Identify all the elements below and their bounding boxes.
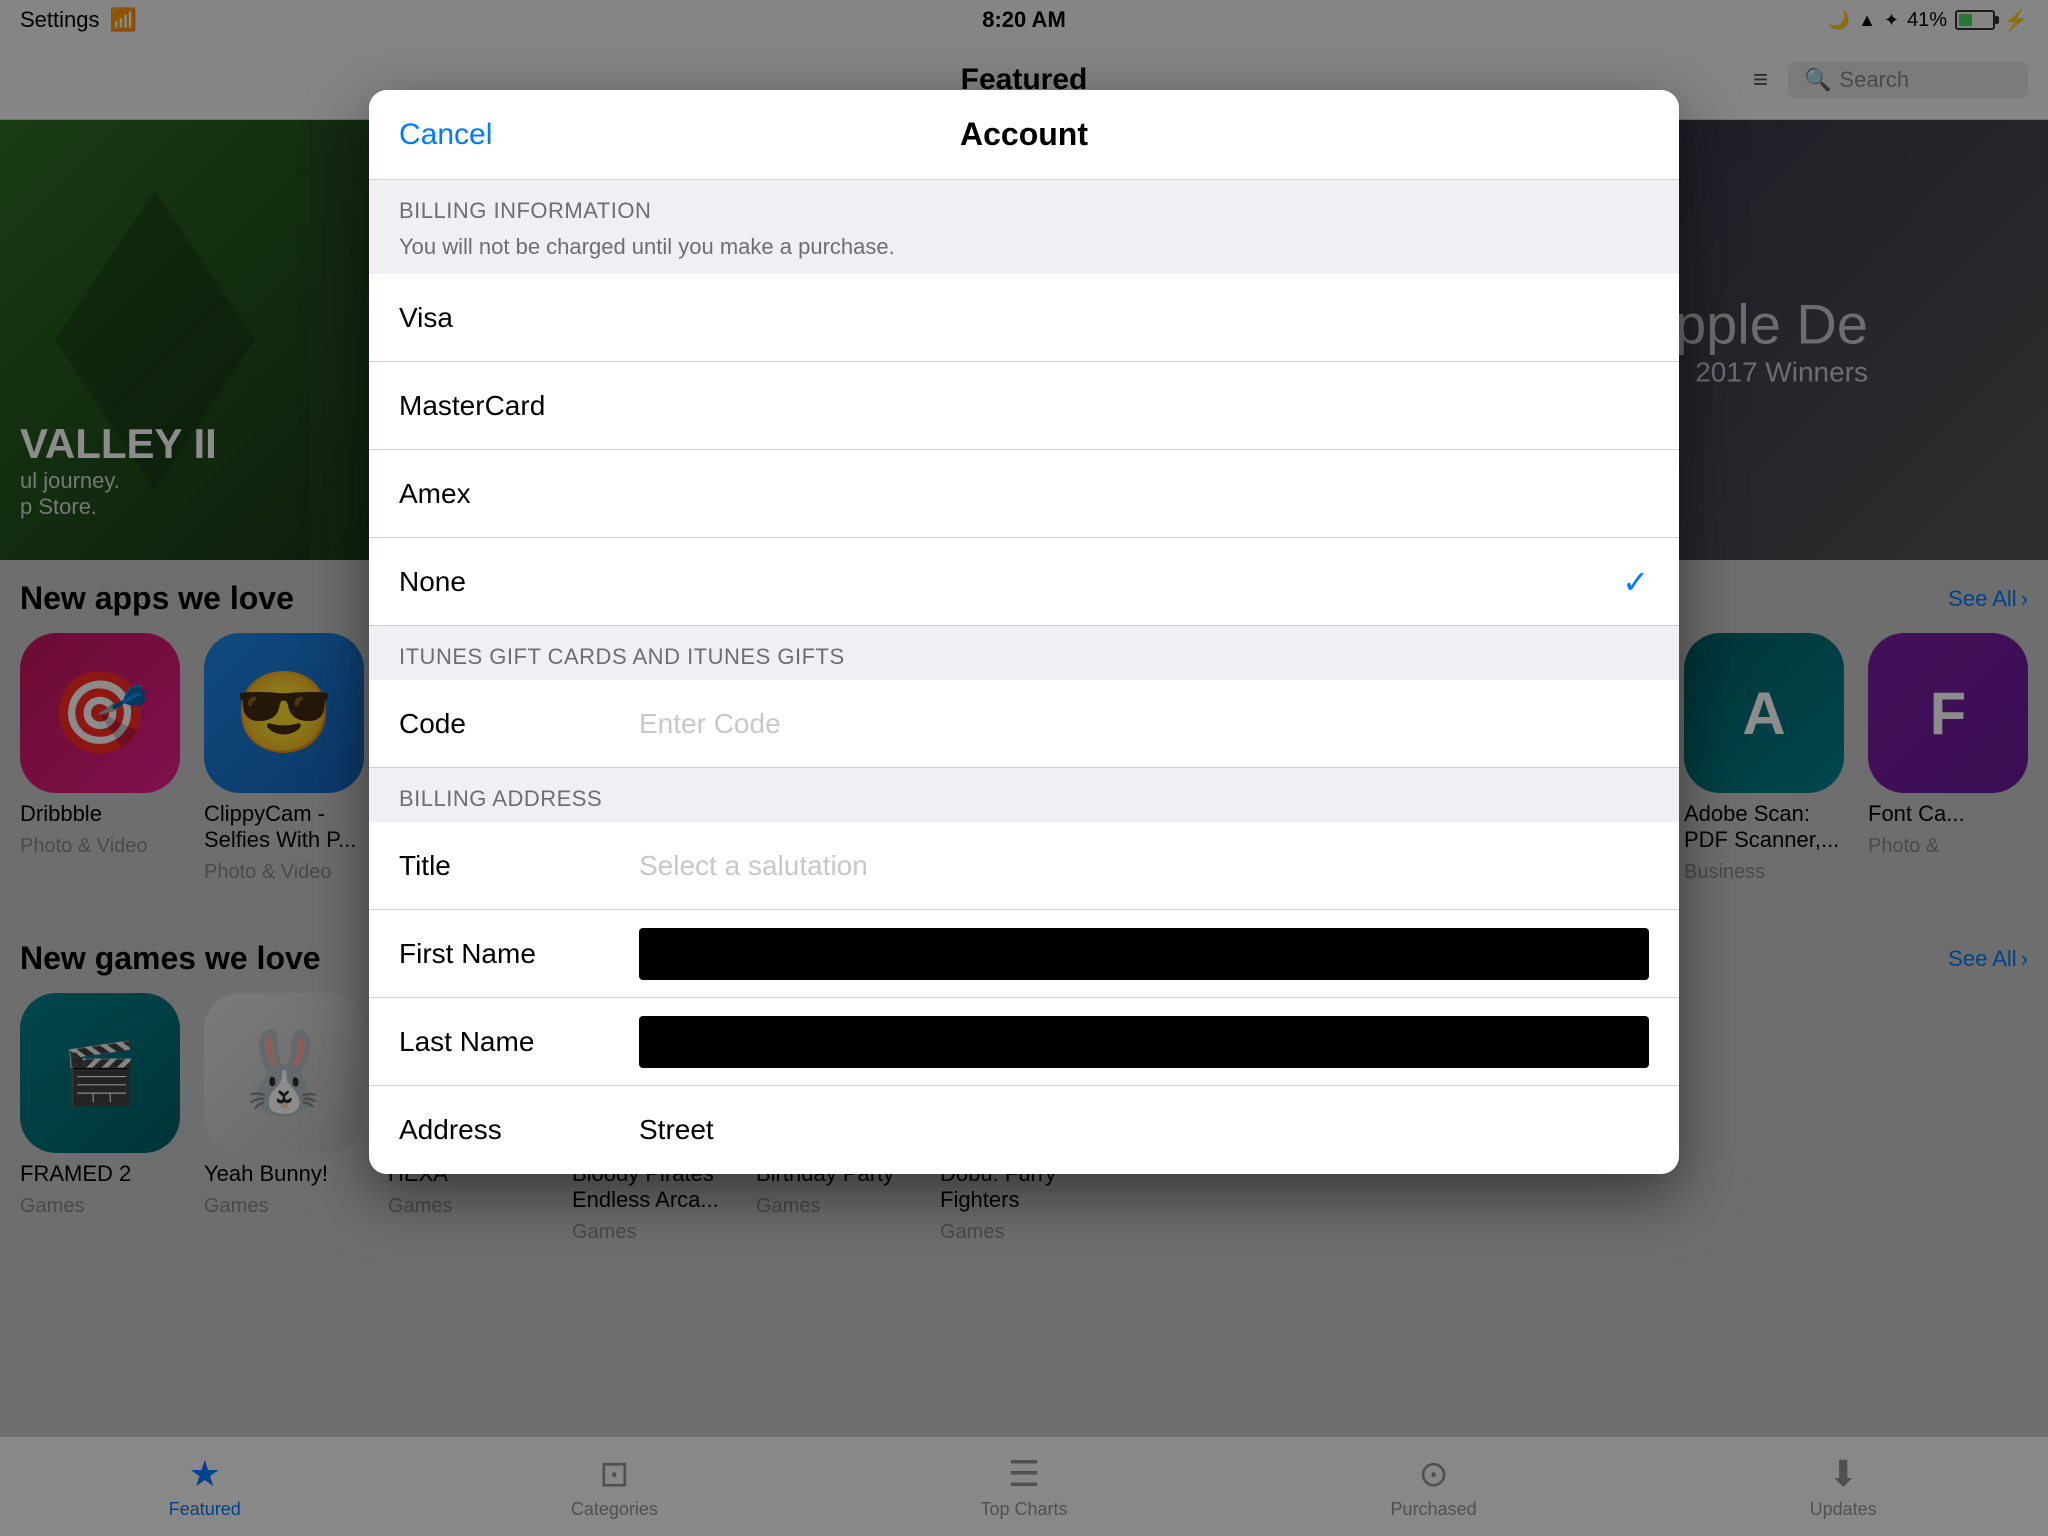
none-label: None: [399, 566, 466, 598]
title-value[interactable]: Select a salutation: [639, 850, 1649, 882]
code-row[interactable]: Code Enter Code: [369, 680, 1679, 768]
amex-label: Amex: [399, 478, 471, 510]
firstname-label: First Name: [399, 938, 639, 970]
code-label: Code: [399, 708, 639, 740]
address-label: Address: [399, 1114, 639, 1146]
billing-info-label: BILLING INFORMATION: [369, 180, 1679, 234]
cancel-button[interactable]: Cancel: [399, 118, 492, 152]
lastname-value[interactable]: [639, 1016, 1649, 1068]
mastercard-row[interactable]: MasterCard: [369, 362, 1679, 450]
code-value[interactable]: Enter Code: [639, 708, 1649, 740]
mastercard-label: MasterCard: [399, 390, 545, 422]
title-label: Title: [399, 850, 639, 882]
amex-row[interactable]: Amex: [369, 450, 1679, 538]
modal-header: Cancel Account: [369, 90, 1679, 180]
billing-info-sublabel: You will not be charged until you make a…: [369, 234, 1679, 274]
address-row[interactable]: Address Street: [369, 1086, 1679, 1174]
visa-row[interactable]: Visa: [369, 274, 1679, 362]
modal-title: Account: [960, 116, 1088, 153]
address-value[interactable]: Street: [639, 1114, 1649, 1146]
visa-label: Visa: [399, 302, 453, 334]
account-modal: Cancel Account BILLING INFORMATION You w…: [369, 90, 1679, 1174]
firstname-value[interactable]: [639, 928, 1649, 980]
itunes-section-label: ITUNES GIFT CARDS AND ITUNES GIFTS: [369, 626, 1679, 680]
lastname-row[interactable]: Last Name: [369, 998, 1679, 1086]
title-row[interactable]: Title Select a salutation: [369, 822, 1679, 910]
billing-address-label: BILLING ADDRESS: [369, 768, 1679, 822]
none-row[interactable]: None ✓: [369, 538, 1679, 626]
firstname-row[interactable]: First Name: [369, 910, 1679, 998]
lastname-label: Last Name: [399, 1026, 639, 1058]
checkmark-icon: ✓: [1622, 563, 1649, 601]
